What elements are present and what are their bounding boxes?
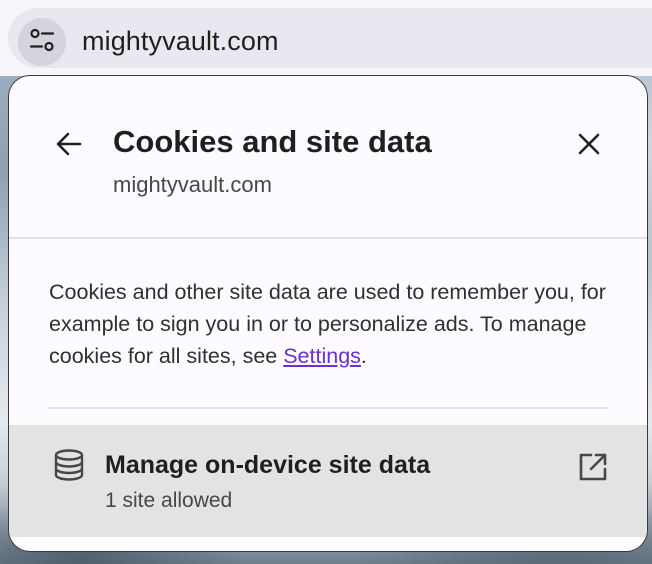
close-button[interactable] [569, 126, 609, 166]
manage-row-title: Manage on-device site data [105, 451, 431, 479]
description-end: . [360, 344, 367, 368]
popup-title: Cookies and site data [113, 124, 432, 159]
header-divider [9, 237, 647, 239]
cookies-description: Cookies and other site data are used to … [49, 276, 619, 372]
manage-row-subtitle: 1 site allowed [105, 489, 233, 512]
omnibox-bar: mightyvault.com [0, 0, 652, 76]
manage-on-device-site-data-row[interactable]: Manage on-device site data 1 site allowe… [9, 425, 647, 537]
database-icon [49, 445, 89, 485]
settings-link[interactable]: Settings [283, 344, 361, 368]
open-in-new-icon[interactable] [573, 447, 613, 487]
tune-icon [28, 26, 56, 59]
content-divider [49, 407, 609, 409]
back-button[interactable] [49, 126, 89, 166]
close-icon [577, 132, 601, 161]
site-info-button[interactable] [18, 18, 66, 66]
popup-subtitle: mightyvault.com [113, 172, 272, 197]
url-text[interactable]: mightyvault.com [82, 26, 279, 57]
cookies-site-data-popup: Cookies and site data mightyvault.com Co… [8, 75, 648, 552]
arrow-left-icon [55, 130, 83, 163]
